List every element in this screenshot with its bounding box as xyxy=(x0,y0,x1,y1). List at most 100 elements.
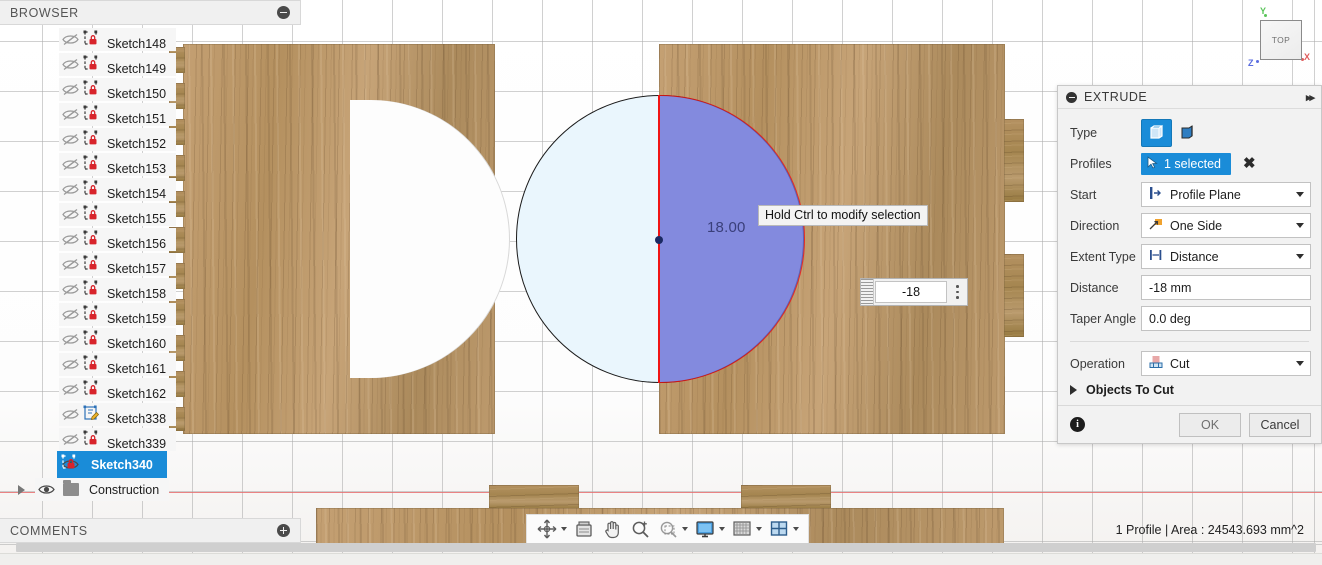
eye-hidden-icon[interactable] xyxy=(59,253,82,276)
browser-item-construction[interactable]: Construction xyxy=(0,477,200,502)
info-icon[interactable]: i xyxy=(1070,417,1085,432)
browser-item-sketch162[interactable]: Sketch162 xyxy=(0,377,200,402)
browser-item-sketch155[interactable]: Sketch155 xyxy=(0,202,200,227)
zoom-window-tool[interactable] xyxy=(655,518,690,540)
distance-manipulator[interactable]: -18 xyxy=(860,278,968,306)
display-settings-icon[interactable] xyxy=(694,518,716,540)
eye-hidden-icon[interactable] xyxy=(59,403,82,426)
manipulator-grip[interactable] xyxy=(861,279,874,305)
chevron-down-icon[interactable] xyxy=(1296,223,1304,228)
eye-hidden-icon[interactable] xyxy=(59,103,82,126)
eye-hidden-icon[interactable] xyxy=(59,28,82,51)
extrude-dialog[interactable]: EXTRUDE ▸▸ Type Profiles 1 selected ✖ St… xyxy=(1057,85,1322,444)
browser-item-sketch160[interactable]: Sketch160 xyxy=(0,327,200,352)
zoom-window-icon[interactable] xyxy=(657,518,679,540)
eye-hidden-icon[interactable] xyxy=(59,303,82,326)
browser-item-sketch161[interactable]: Sketch161 xyxy=(0,352,200,377)
chevron-down-icon[interactable] xyxy=(1296,192,1304,197)
divider xyxy=(1070,341,1309,342)
circle-center-point[interactable] xyxy=(655,236,663,244)
eye-hidden-icon[interactable] xyxy=(59,328,82,351)
horizontal-scrollbar[interactable] xyxy=(0,543,1322,553)
distance-label: Distance xyxy=(1070,280,1119,295)
pan-tool[interactable] xyxy=(599,518,625,540)
ok-button[interactable]: OK xyxy=(1179,412,1241,437)
chevron-down-icon[interactable] xyxy=(1296,361,1304,366)
browser-item-sketch339[interactable]: Sketch339 xyxy=(0,427,200,452)
direction-dropdown[interactable]: One Side xyxy=(1141,213,1311,238)
minus-circle-icon[interactable] xyxy=(1066,91,1077,103)
chevron-down-icon[interactable] xyxy=(561,527,567,531)
start-dropdown[interactable]: Profile Plane xyxy=(1141,182,1311,207)
triangle-right-icon[interactable] xyxy=(1070,385,1077,395)
eye-hidden-icon[interactable] xyxy=(59,203,82,226)
solid-extrude-icon[interactable] xyxy=(1141,118,1172,147)
browser-item-sketch159[interactable]: Sketch159 xyxy=(0,302,200,327)
eye-hidden-icon[interactable] xyxy=(59,178,82,201)
browser-item-sketch156[interactable]: Sketch156 xyxy=(0,227,200,252)
operation-dropdown[interactable]: Cut xyxy=(1141,351,1311,376)
browser-item-sketch152[interactable]: Sketch152 xyxy=(0,127,200,152)
chevron-down-icon[interactable] xyxy=(1296,254,1304,259)
browser-item-sketch150[interactable]: Sketch150 xyxy=(0,77,200,102)
extent-type-dropdown[interactable]: Distance xyxy=(1141,244,1311,269)
plus-circle-icon[interactable] xyxy=(277,524,290,537)
browser-item-sketch149[interactable]: Sketch149 xyxy=(0,52,200,77)
browser-item-sketch148[interactable]: Sketch148 xyxy=(0,27,200,52)
grid-snaps-tool[interactable] xyxy=(729,518,764,540)
manipulator-menu-icon[interactable] xyxy=(948,279,967,305)
eye-hidden-icon[interactable] xyxy=(59,278,82,301)
zoom-tool[interactable] xyxy=(627,518,653,540)
tree-item-chip: Sketch151 xyxy=(59,103,177,126)
viewports-tool[interactable] xyxy=(766,518,801,540)
eye-hidden-icon[interactable] xyxy=(59,353,82,376)
browser-item-sketch153[interactable]: Sketch153 xyxy=(0,152,200,177)
profiles-select-button[interactable]: 1 selected xyxy=(1141,152,1231,175)
thin-extrude-icon[interactable] xyxy=(1172,119,1203,147)
triangle-right-icon[interactable] xyxy=(18,484,25,495)
display-settings-tool[interactable] xyxy=(692,518,727,540)
pan-hand-icon[interactable] xyxy=(601,518,623,540)
chevron-down-icon[interactable] xyxy=(756,527,762,531)
orbit-icon[interactable] xyxy=(536,518,558,540)
tree-item-name-group: Sketch338 xyxy=(82,404,166,426)
eye-hidden-icon[interactable] xyxy=(59,153,82,176)
navigation-toolbar[interactable] xyxy=(526,514,809,544)
distance-input[interactable]: -18 mm xyxy=(1141,275,1311,300)
browser-item-sketch151[interactable]: Sketch151 xyxy=(0,102,200,127)
taper-angle-input[interactable]: 0.0 deg xyxy=(1141,306,1311,331)
eye-hidden-icon[interactable] xyxy=(59,78,82,101)
eye-hidden-icon[interactable] xyxy=(59,428,82,451)
chevron-down-icon[interactable] xyxy=(682,527,688,531)
eye-visible-icon[interactable] xyxy=(35,478,58,501)
browser-item-sketch340[interactable]: Sketch340 xyxy=(0,451,200,478)
viewports-icon[interactable] xyxy=(768,518,790,540)
eye-hidden-icon[interactable] xyxy=(59,128,82,151)
eye-hidden-icon[interactable] xyxy=(59,53,82,76)
browser-item-sketch157[interactable]: Sketch157 xyxy=(0,252,200,277)
look-at-tool[interactable] xyxy=(571,518,597,540)
double-chevron-right-icon[interactable]: ▸▸ xyxy=(1306,91,1315,104)
orbit-tool[interactable] xyxy=(534,518,569,540)
comments-panel-header: COMMENTS xyxy=(0,518,301,543)
minus-circle-icon[interactable] xyxy=(277,6,290,19)
x-icon[interactable]: ✖ xyxy=(1243,156,1256,171)
eye-hidden-icon[interactable] xyxy=(59,378,82,401)
zoom-magnifier-icon[interactable] xyxy=(629,518,651,540)
chevron-down-icon[interactable] xyxy=(719,527,725,531)
cancel-button[interactable]: Cancel xyxy=(1249,412,1311,437)
browser-item-sketch338[interactable]: Sketch338 xyxy=(0,402,200,427)
objects-to-cut-section[interactable]: Objects To Cut xyxy=(1070,379,1311,397)
view-cube[interactable]: Y X Z TOP xyxy=(1244,2,1320,76)
browser-item-sketch154[interactable]: Sketch154 xyxy=(0,177,200,202)
browser-item-sketch158[interactable]: Sketch158 xyxy=(0,277,200,302)
look-at-icon[interactable] xyxy=(573,518,595,540)
browser-tree[interactable]: Sketch148 Sketch149 Sketch150 Sketch151 Sket… xyxy=(0,27,200,502)
chevron-down-icon[interactable] xyxy=(793,527,799,531)
view-cube-top-face[interactable]: TOP xyxy=(1260,20,1302,60)
manipulator-value-input[interactable]: -18 xyxy=(875,281,947,303)
grid-snaps-icon[interactable] xyxy=(731,518,753,540)
eye-hidden-icon[interactable] xyxy=(59,228,82,251)
scrollbar-thumb[interactable] xyxy=(16,543,1316,552)
tree-item-name-group: Sketch154 xyxy=(82,179,166,201)
